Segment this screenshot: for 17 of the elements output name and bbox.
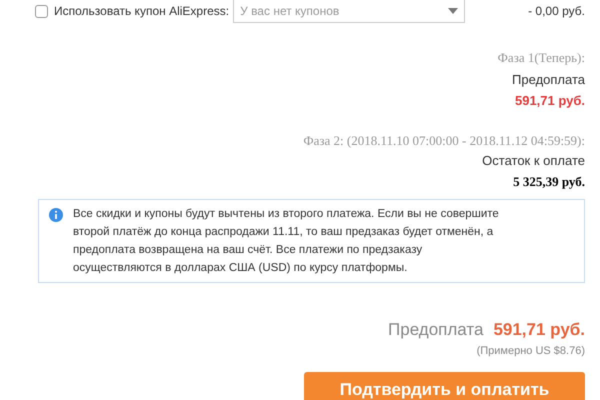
coupon-select[interactable]: У вас нет купонов bbox=[233, 0, 466, 23]
total-label: Предоплата bbox=[388, 319, 484, 341]
balance-label: Остаток к оплате bbox=[482, 152, 585, 170]
coupon-discount: - 0,00 руб. bbox=[528, 3, 585, 20]
balance-amount: 5 325,39 руб. bbox=[513, 172, 585, 191]
notice-text: Все скидки и купоны будут вычтены из второго платежа. Если вы не совершите второй платёж до конца распродажи 11.11, то ваш предзаказ будет отменён, а предоплата возвращена на ваш счёт. Все платежи по предзаказу осуществляются в долларах США (USD) по курсу платформы. bbox=[73, 207, 500, 276]
phase-title: Фаза 1(Теперь): bbox=[498, 49, 585, 67]
total-amount: 591,71 руб. bbox=[493, 319, 585, 341]
approx-amount: (Примерно US $8.76) bbox=[476, 344, 585, 358]
coupon-label: Использовать купон AliExpress: bbox=[54, 3, 230, 20]
prepayment-label: Предоплата bbox=[512, 70, 585, 89]
info-icon bbox=[49, 208, 63, 222]
confirm-button[interactable]: Подтвердить и оплатить bbox=[304, 372, 585, 400]
dropdown-caret-icon bbox=[448, 8, 458, 14]
prepayment-amount: 591,71 руб. bbox=[514, 92, 585, 110]
checkbox[interactable] bbox=[35, 4, 48, 18]
phase-title: Фаза 2: (2018.11.10 07:00:00 - 2018.11.12 04:59:59): bbox=[303, 132, 585, 150]
